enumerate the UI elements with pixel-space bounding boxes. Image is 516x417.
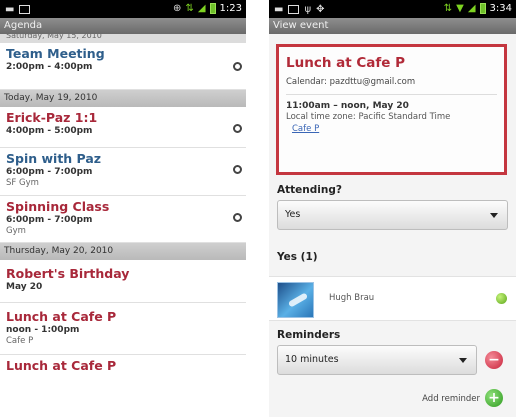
event-title: Spinning Class — [6, 199, 110, 214]
notification-icon: ▬ — [5, 4, 15, 15]
attendee-photo-avatar — [277, 282, 314, 318]
add-reminder-label: Add reminder — [422, 394, 480, 404]
event-location-link[interactable]: Cafe P — [286, 123, 497, 136]
agenda-item-team-meeting[interactable]: Team Meeting 2:00pm - 4:00pm — [0, 43, 246, 90]
sync-icon: ⇅ — [185, 3, 194, 14]
status-bar: ▬ ψ ✥ ⇅ ▼ ◢ 3:34 — [269, 0, 516, 18]
event-location: Gym — [6, 226, 26, 236]
event-title: Erick-Paz 1:1 — [6, 110, 98, 125]
event-title: Lunch at Cafe P — [6, 358, 117, 373]
agenda-item-spinning-class[interactable]: Spinning Class 6:00pm - 7:00pm Gym — [0, 196, 246, 243]
day-header-today: Today, May 19, 2010 — [0, 90, 246, 107]
day-header-thursday: Thursday, May 20, 2010 — [0, 243, 246, 260]
day-header-partial: Saturday, May 15, 2010 — [0, 34, 246, 43]
dropdown-arrow-icon — [490, 213, 498, 218]
remove-reminder-button[interactable]: − — [485, 351, 503, 369]
signal-icon: ◢ — [197, 3, 206, 14]
event-time: 2:00pm - 4:00pm — [6, 62, 93, 72]
alarm-icon — [233, 213, 242, 222]
battery-icon — [479, 3, 486, 14]
screen-title: View event — [269, 18, 516, 34]
event-when: 11:00am – noon, May 20 — [286, 101, 409, 111]
app-title: Agenda — [0, 18, 246, 34]
agenda-screen: ▬ ⊕ ⇅ ◢ 1:23 Agenda Saturday, May 15, 20… — [0, 0, 246, 417]
event-details-card: Lunch at Cafe P Calendar: pazdttu@gmail.… — [276, 44, 507, 175]
reminders-label: Reminders — [277, 329, 341, 341]
calendar-notification-icon — [288, 5, 300, 14]
gps-icon: ⊕ — [173, 3, 182, 14]
calendar-notification-icon — [19, 5, 31, 14]
agenda-item-roberts-birthday[interactable]: Robert's Birthday May 20 — [0, 260, 246, 303]
event-calendar: Calendar: pazdttu@gmail.com — [286, 77, 497, 95]
event-time: 4:00pm - 5:00pm — [6, 126, 93, 136]
add-reminder-button[interactable]: + — [485, 389, 503, 407]
event-title: Team Meeting — [6, 46, 105, 61]
status-time: 3:34 — [489, 3, 512, 14]
event-time: noon - 1:00pm — [6, 325, 80, 335]
reminder-spinner[interactable]: 10 minutes — [277, 345, 477, 375]
event-title: Lunch at Cafe P — [286, 55, 406, 71]
attending-spinner[interactable]: Yes — [277, 200, 508, 230]
attendee-row[interactable]: Hugh Brau — [269, 276, 516, 321]
event-time: May 20 — [6, 282, 43, 292]
sync-icon: ⇅ — [443, 3, 453, 14]
alarm-icon — [233, 124, 242, 133]
agenda-item-spin-with-paz[interactable]: Spin with Paz 6:00pm - 7:00pm SF Gym — [0, 148, 246, 196]
event-title: Robert's Birthday — [6, 266, 130, 281]
usb-icon: ψ — [304, 4, 312, 15]
event-location: SF Gym — [6, 178, 39, 188]
alarm-icon — [233, 165, 242, 174]
status-time: 1:23 — [219, 3, 242, 14]
event-location: Cafe P — [6, 336, 34, 346]
attendee-name: Hugh Brau — [329, 293, 375, 303]
agenda-list[interactable]: Saturday, May 15, 2010 Team Meeting 2:00… — [0, 34, 246, 375]
debug-icon: ✥ — [316, 4, 325, 15]
event-timezone: Local time zone: Pacific Standard Time — [286, 112, 451, 122]
battery-icon — [209, 3, 216, 14]
wifi-icon: ▼ — [456, 3, 464, 14]
event-time: 6:00pm - 7:00pm — [6, 215, 93, 225]
status-bar: ▬ ⊕ ⇅ ◢ 1:23 — [0, 0, 246, 18]
alarm-icon — [233, 62, 242, 71]
attendees-yes-label: Yes (1) — [277, 251, 318, 263]
online-status-icon — [496, 293, 507, 304]
notification-icon: ▬ — [274, 4, 284, 15]
agenda-item-lunch-cafe-p[interactable]: Lunch at Cafe P noon - 1:00pm Cafe P — [0, 303, 246, 355]
event-title: Spin with Paz — [6, 151, 102, 166]
agenda-item-erick-paz[interactable]: Erick-Paz 1:1 4:00pm - 5:00pm — [0, 107, 246, 148]
event-time: 6:00pm - 7:00pm — [6, 167, 93, 177]
event-title: Lunch at Cafe P — [6, 309, 117, 324]
view-event-screen: ▬ ψ ✥ ⇅ ▼ ◢ 3:34 View event Lunch at Caf… — [269, 0, 516, 417]
signal-icon: ◢ — [467, 3, 476, 14]
dropdown-arrow-icon — [459, 358, 467, 363]
attending-label: Attending? — [277, 184, 342, 196]
attending-value: Yes — [285, 209, 301, 220]
agenda-item-lunch-cafe-p-partial[interactable]: Lunch at Cafe P — [0, 355, 246, 375]
reminder-value: 10 minutes — [285, 354, 339, 365]
